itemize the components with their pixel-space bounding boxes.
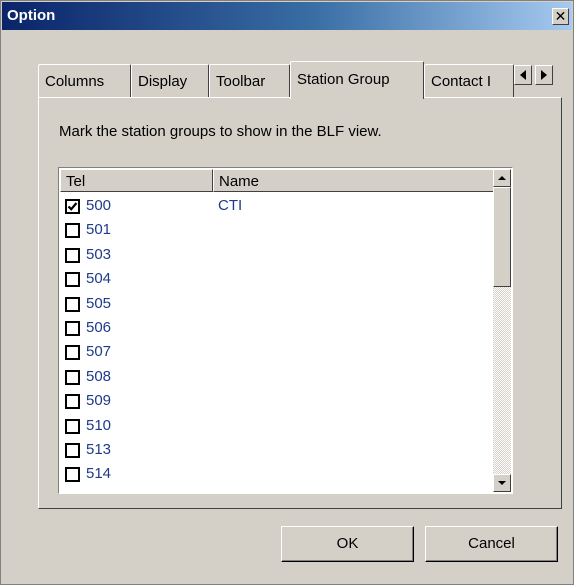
scroll-thumb[interactable]	[493, 187, 511, 287]
title-bar[interactable]: Option ✕	[2, 2, 572, 30]
tab-strip: Columns Display Toolbar Station Group Co…	[38, 61, 563, 99]
list-item[interactable]: 507	[61, 339, 493, 363]
checkbox[interactable]	[65, 394, 80, 410]
checkbox[interactable]	[65, 418, 80, 434]
instruction-text: Mark the station groups to show in the B…	[59, 123, 382, 140]
tab-station-group[interactable]: Station Group	[290, 61, 424, 99]
tel-cell: 509	[86, 392, 112, 410]
triangle-right-icon	[541, 70, 547, 80]
tel-cell: 500	[86, 197, 112, 214]
vertical-scrollbar[interactable]	[493, 169, 511, 492]
tab-label: Display	[138, 73, 188, 90]
option-dialog: Option ✕ Columns Display Toolbar Station…	[0, 0, 574, 585]
checkbox[interactable]	[65, 223, 80, 239]
tab-columns[interactable]: Columns	[38, 64, 131, 98]
arrow-up-icon	[498, 176, 506, 180]
scroll-up-button[interactable]	[493, 169, 511, 187]
list-item[interactable]: 500 CTI	[61, 193, 493, 217]
name-cell: CTI	[218, 197, 243, 214]
list-item[interactable]: 504	[61, 266, 493, 290]
column-header-label: Tel	[66, 173, 86, 190]
list-item[interactable]: 505	[61, 291, 493, 315]
tab-display[interactable]: Display	[131, 64, 209, 98]
list-item[interactable]: 508	[61, 364, 493, 388]
tab-scroll-left-button[interactable]	[514, 65, 532, 85]
tel-cell: 501	[86, 221, 112, 239]
check-icon	[67, 202, 78, 211]
cancel-button[interactable]: Cancel	[425, 526, 558, 562]
tab-label: Station Group	[297, 71, 390, 88]
arrow-down-icon	[498, 481, 506, 485]
tel-cell: 505	[86, 294, 112, 312]
station-group-list[interactable]: Tel Name 500 CTI 501 503 504 505 506 507…	[58, 167, 513, 494]
tab-label: Columns	[45, 73, 105, 90]
column-header-name[interactable]: Name	[213, 169, 494, 192]
checkbox[interactable]	[65, 467, 80, 483]
tel-cell: 504	[86, 270, 112, 288]
triangle-left-icon	[520, 70, 526, 80]
tab-toolbar[interactable]: Toolbar	[209, 64, 290, 98]
checkbox[interactable]	[65, 369, 80, 385]
list-item[interactable]: 509	[61, 388, 493, 412]
scroll-down-button[interactable]	[493, 474, 511, 492]
checkbox[interactable]	[65, 442, 80, 458]
close-button[interactable]: ✕	[552, 8, 569, 25]
checkbox[interactable]	[65, 320, 80, 336]
tel-cell: 514	[86, 465, 112, 483]
tab-label: Toolbar	[216, 73, 266, 90]
checkbox-checked[interactable]	[65, 199, 80, 214]
tab-scroll-right-button[interactable]	[535, 65, 553, 85]
list-item[interactable]: 501	[61, 217, 493, 241]
tel-cell: 508	[86, 367, 112, 385]
ok-button[interactable]: OK	[281, 526, 414, 562]
tel-cell: 503	[86, 245, 112, 263]
list-item[interactable]: 506	[61, 315, 493, 339]
checkbox[interactable]	[65, 247, 80, 263]
list-item[interactable]: 503	[61, 242, 493, 266]
list-item[interactable]: 510	[61, 413, 493, 437]
tab-label: Contact I	[431, 73, 492, 90]
checkbox[interactable]	[65, 345, 80, 361]
tel-cell: 506	[86, 318, 112, 336]
checkbox[interactable]	[65, 272, 80, 288]
tel-cell: 513	[86, 440, 112, 458]
tel-cell: 510	[86, 416, 112, 434]
list-header: Tel Name	[60, 169, 494, 192]
tab-contact[interactable]: Contact I	[424, 64, 514, 98]
list-item[interactable]: 513	[61, 437, 493, 461]
list-item[interactable]: 514	[61, 461, 493, 485]
column-header-tel[interactable]: Tel	[60, 169, 213, 192]
list-rows: 500 CTI 501 503 504 505 506 507 508 509 …	[61, 193, 493, 486]
dialog-title: Option	[7, 7, 56, 24]
checkbox[interactable]	[65, 296, 80, 312]
close-icon: ✕	[554, 8, 567, 24]
column-header-label: Name	[219, 173, 260, 190]
tel-cell: 507	[86, 343, 112, 361]
station-group-panel: Mark the station groups to show in the B…	[38, 97, 562, 509]
